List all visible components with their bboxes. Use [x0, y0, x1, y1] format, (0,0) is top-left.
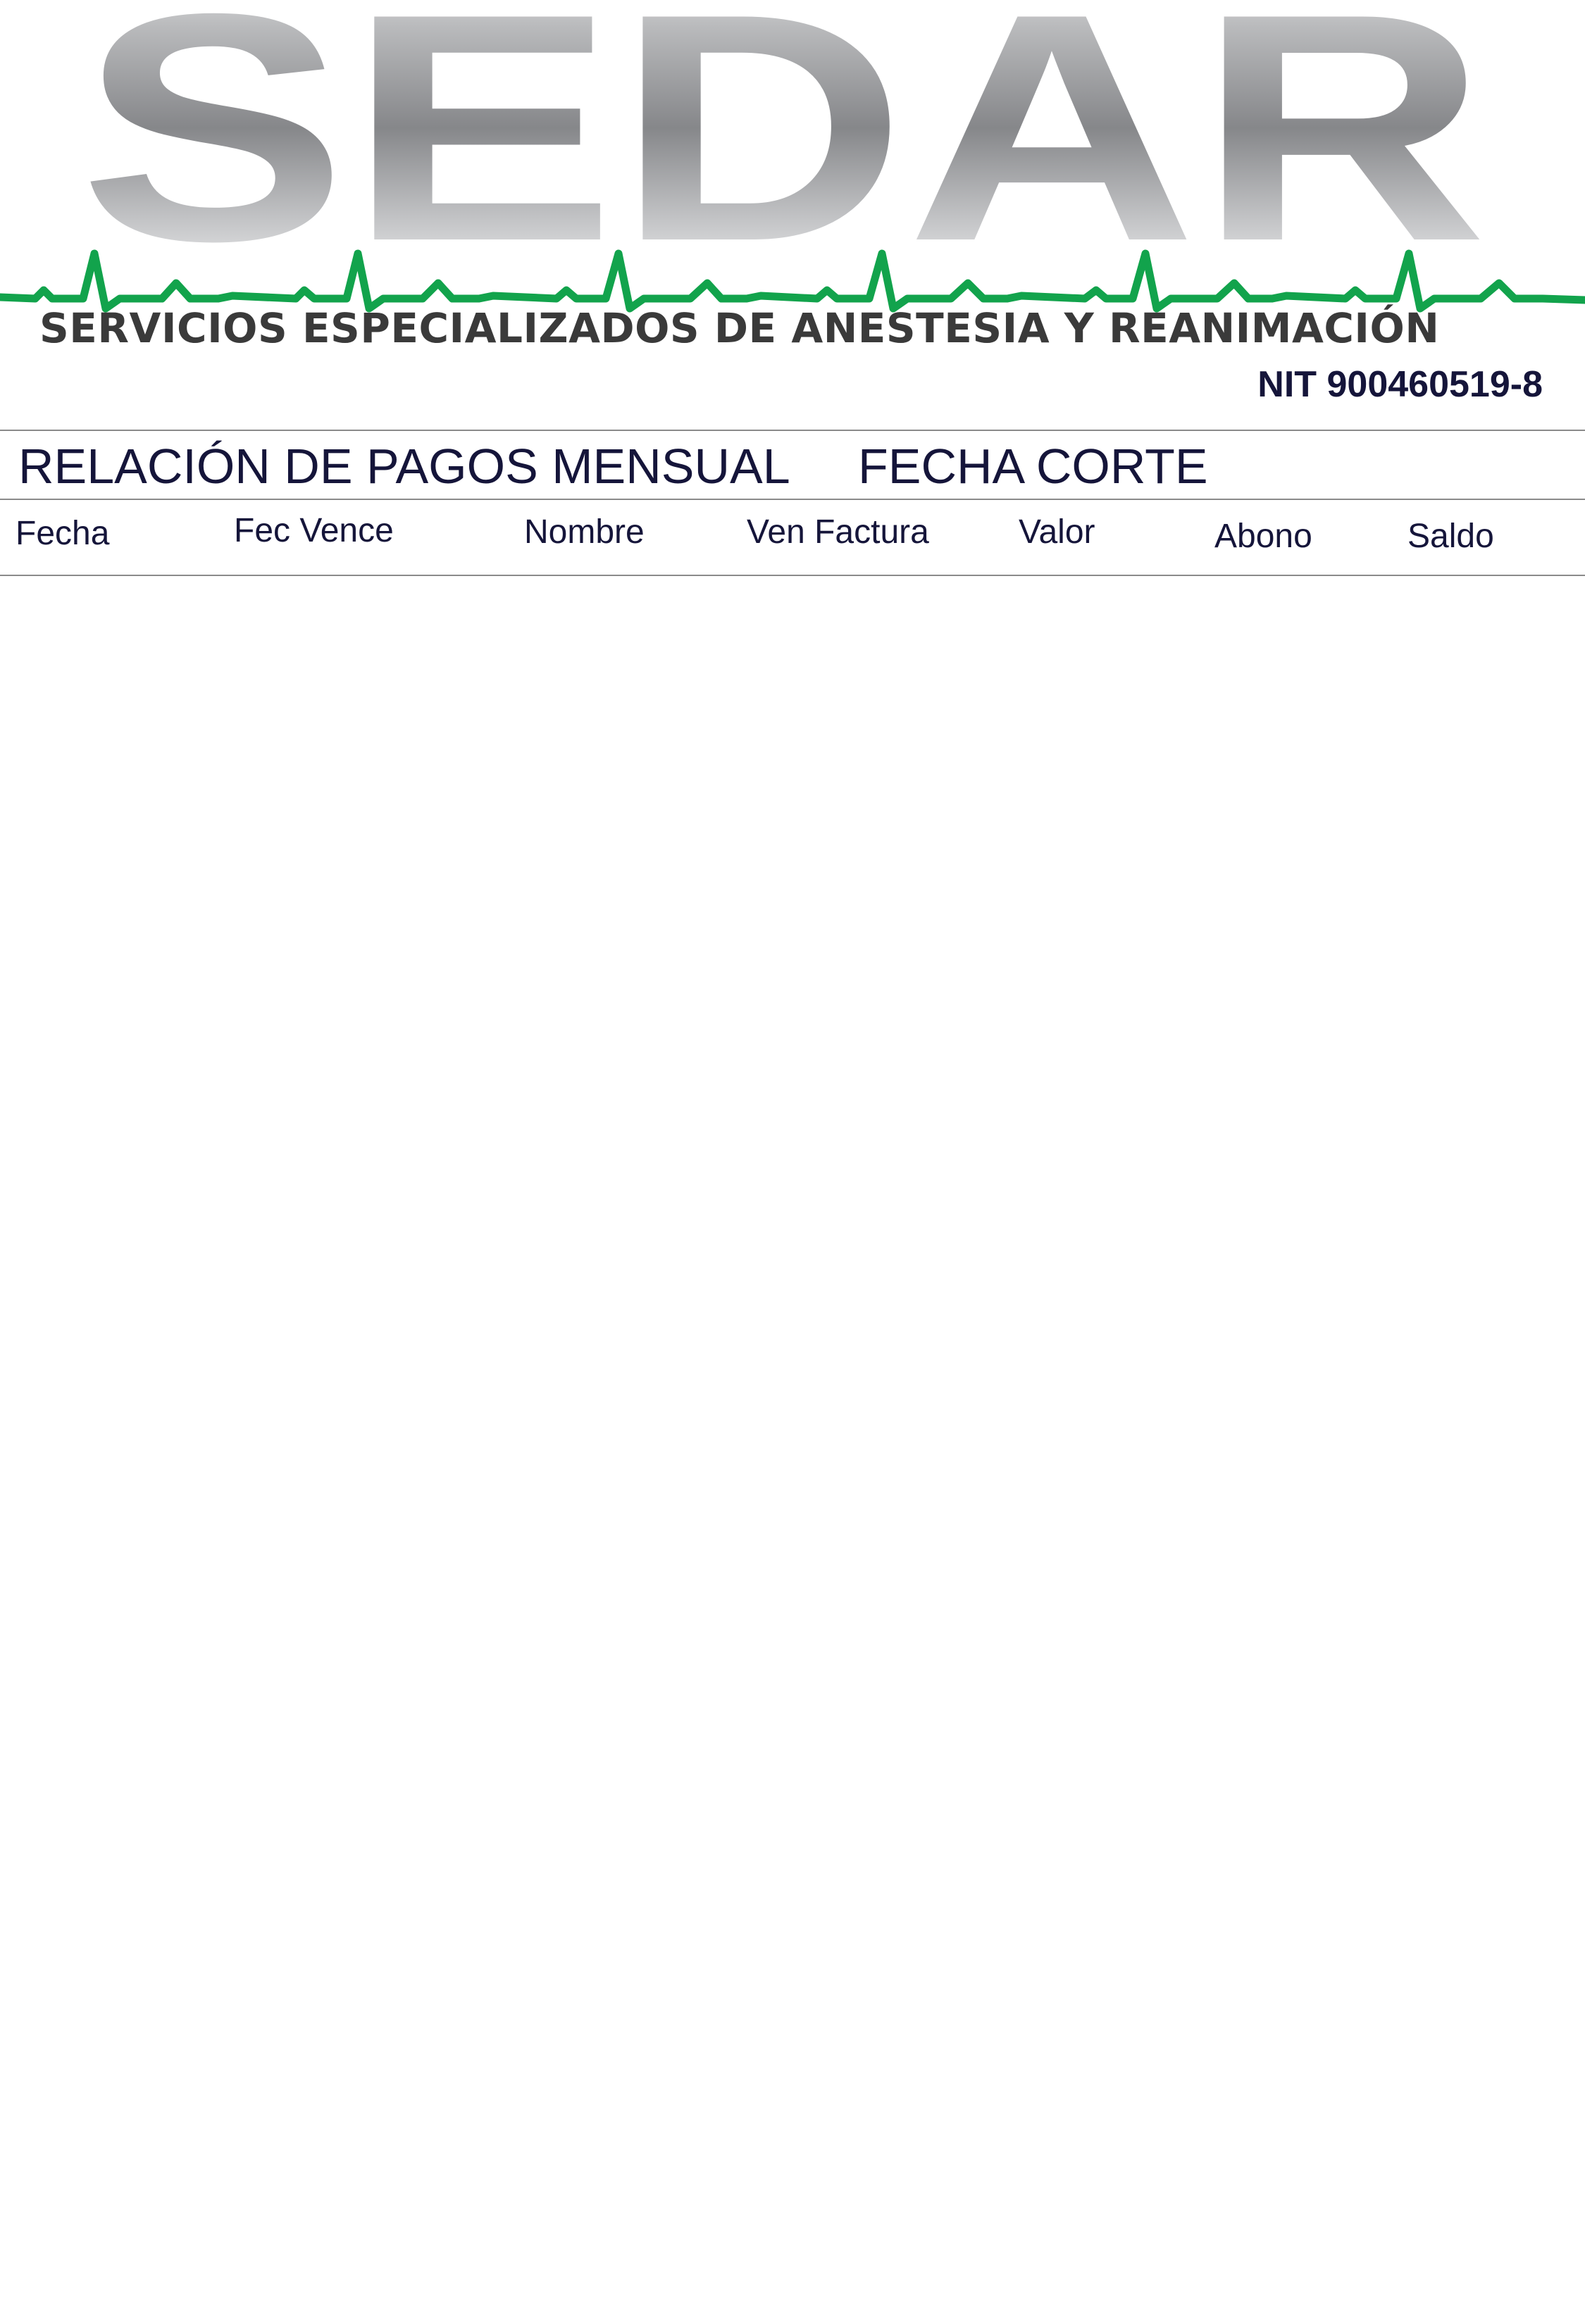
tax-id-nit: NIT 900460519-8 [1257, 364, 1543, 405]
logo-wordmark: SEDAR [79, 0, 1488, 308]
cutoff-date-label: FECHA CORTE [858, 439, 1208, 494]
company-logo: SEDAR SERVICIOS ESPECIALIZADOS DE ANESTE… [0, 0, 1585, 423]
report-title-row: RELACIÓN DE PAGOS MENSUAL FECHA CORTE [0, 431, 1585, 499]
divider-middle [0, 499, 1585, 500]
column-header-abono: Abono [1214, 518, 1312, 555]
sedar-logo-graphic: SEDAR [0, 0, 1585, 313]
payment-report-page: SEDAR SERVICIOS ESPECIALIZADOS DE ANESTE… [0, 0, 1585, 2324]
column-header-fecha: Fecha [15, 515, 110, 552]
column-header-ven-factura: Ven Factura [747, 513, 929, 551]
column-header-nombre: Nombre [524, 513, 645, 551]
column-header-valor: Valor [1019, 513, 1095, 551]
table-body [0, 576, 1585, 2324]
company-tagline: SERVICIOS ESPECIALIZADOS DE ANESTESIA Y … [39, 304, 1440, 352]
column-header-fec-vence: Fec Vence [234, 512, 394, 549]
column-header-saldo: Saldo [1407, 518, 1494, 555]
report-title: RELACIÓN DE PAGOS MENSUAL [18, 439, 790, 494]
